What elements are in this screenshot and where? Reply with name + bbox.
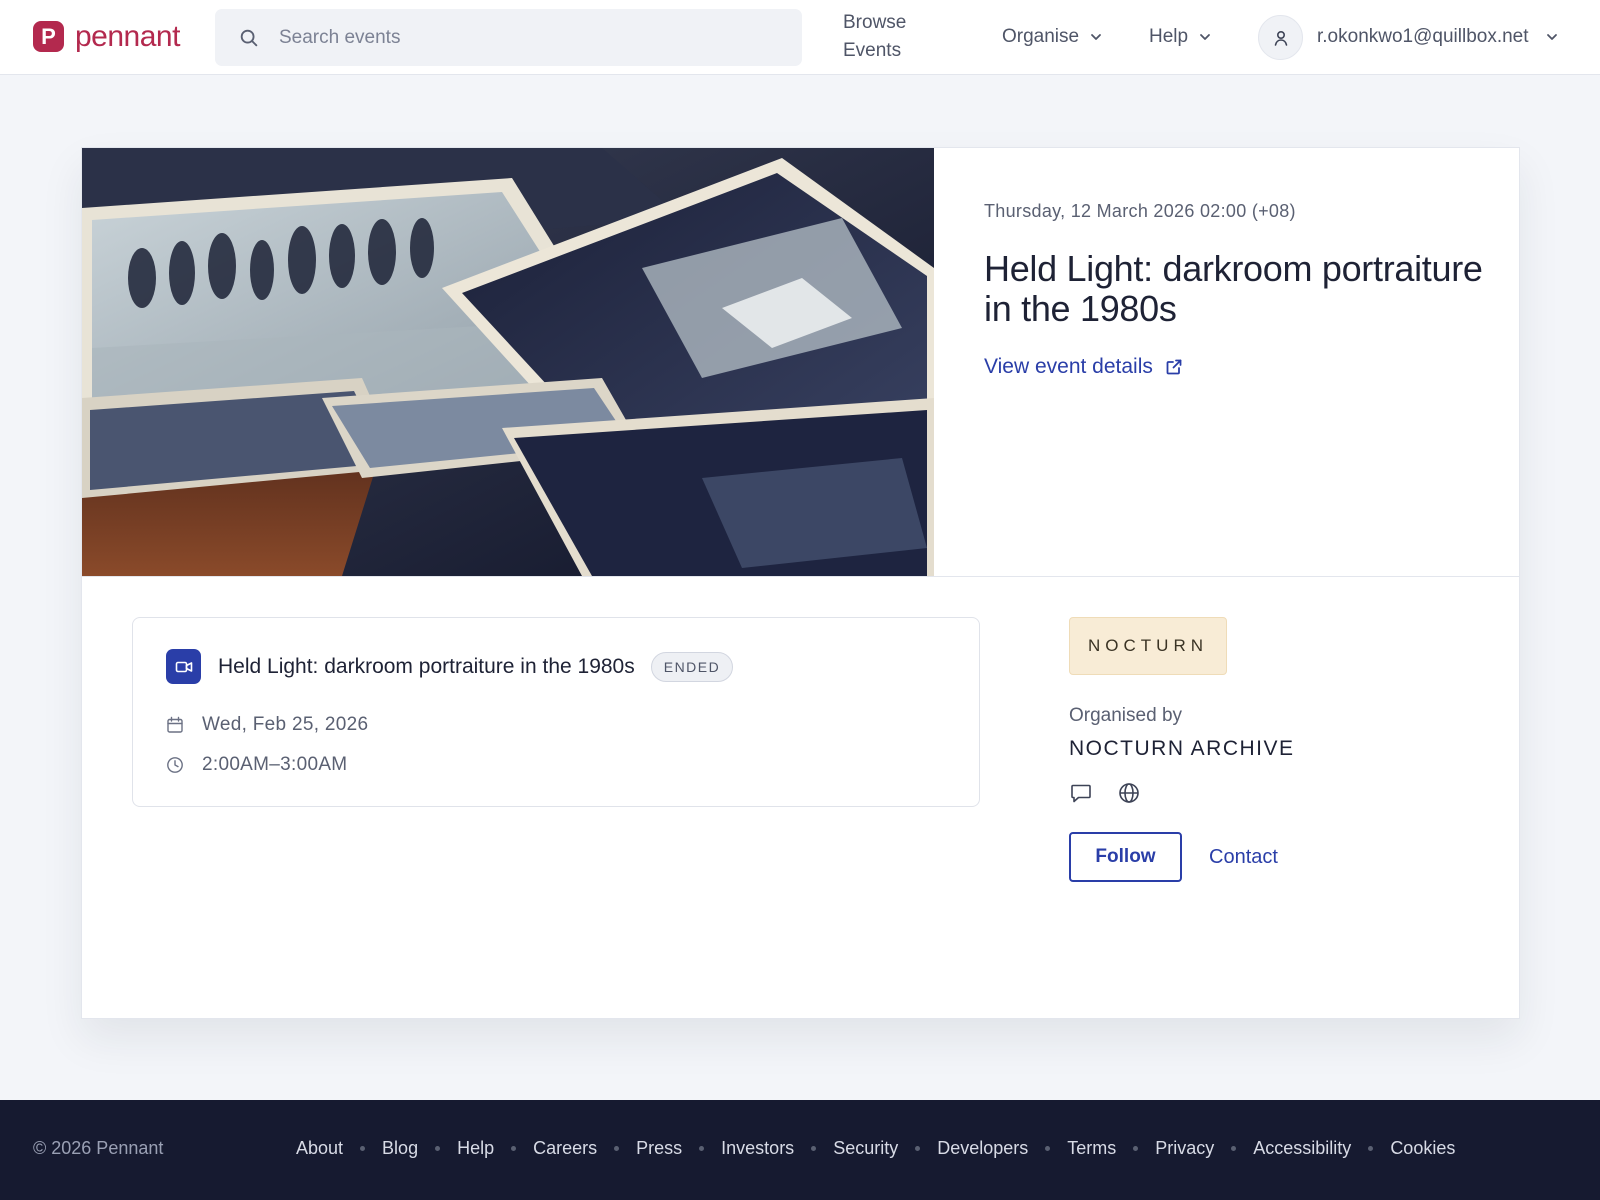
separator-dot bbox=[915, 1146, 921, 1151]
separator-dot bbox=[811, 1146, 817, 1151]
event-card: Thursday, 12 March 2026 02:00 (+08) Held… bbox=[81, 147, 1520, 1019]
separator-dot bbox=[360, 1146, 366, 1151]
contact-link[interactable]: Contact bbox=[1209, 846, 1278, 869]
footer-link-developers[interactable]: Developers bbox=[937, 1138, 1028, 1159]
organiser-name[interactable]: NOCTURN ARCHIVE bbox=[1069, 737, 1469, 761]
chevron-down-icon bbox=[1091, 34, 1102, 40]
event-datetime: Thursday, 12 March 2026 02:00 (+08) bbox=[984, 201, 1296, 221]
organiser-label: Organised by bbox=[1069, 705, 1183, 726]
event-title: Held Light: darkroom portraiture in the … bbox=[984, 248, 1483, 329]
video-camera-icon bbox=[175, 661, 192, 672]
footer-link-about[interactable]: About bbox=[296, 1138, 343, 1159]
session-time: 2:00AM–3:00AM bbox=[202, 754, 348, 775]
event-summary: Thursday, 12 March 2026 02:00 (+08) Held… bbox=[984, 201, 1484, 379]
session-date: Wed, Feb 25, 2026 bbox=[202, 714, 369, 735]
chat-icon[interactable] bbox=[1069, 781, 1093, 805]
nav-help-menu[interactable]: Help bbox=[1149, 23, 1212, 51]
separator-dot bbox=[435, 1146, 441, 1151]
video-badge bbox=[166, 649, 201, 684]
organiser-social-links bbox=[1069, 781, 1469, 805]
calendar-icon bbox=[167, 716, 183, 733]
globe-icon[interactable] bbox=[1117, 781, 1141, 805]
search-input[interactable] bbox=[279, 9, 779, 66]
brand-mark: P bbox=[33, 21, 64, 52]
brand-name: pennant bbox=[75, 19, 180, 53]
card-divider bbox=[82, 576, 1519, 577]
footer-links: About Blog Help Careers Press Investors … bbox=[296, 1138, 1455, 1159]
separator-dot bbox=[614, 1146, 620, 1151]
nav-browse-events[interactable]: Browse Events bbox=[843, 9, 933, 65]
view-event-details-link[interactable]: View event details bbox=[984, 355, 1484, 379]
session-card[interactable]: Held Light: darkroom portraiture in the … bbox=[132, 617, 980, 807]
separator-dot bbox=[699, 1146, 705, 1151]
site-footer: © 2026 Pennant About Blog Help Careers P… bbox=[0, 1100, 1600, 1200]
vintage-photos-image bbox=[82, 148, 934, 576]
external-link-icon bbox=[1166, 359, 1182, 375]
footer-link-privacy[interactable]: Privacy bbox=[1155, 1138, 1214, 1159]
footer-link-press[interactable]: Press bbox=[636, 1138, 682, 1159]
organiser-actions: Follow Contact bbox=[1069, 832, 1469, 882]
event-cover-image bbox=[82, 148, 934, 576]
session-header: Held Light: darkroom portraiture in the … bbox=[166, 649, 734, 684]
separator-dot bbox=[1231, 1146, 1237, 1151]
footer-link-cookies[interactable]: Cookies bbox=[1390, 1138, 1455, 1159]
footer-link-blog[interactable]: Blog bbox=[382, 1138, 418, 1159]
footer-link-accessibility[interactable]: Accessibility bbox=[1253, 1138, 1351, 1159]
nav-organise-menu[interactable]: Organise bbox=[1002, 23, 1103, 51]
copyright: © 2026 Pennant bbox=[33, 1138, 164, 1158]
organiser-panel: NOCTURN Organised by NOCTURN ARCHIVE Fol… bbox=[1069, 617, 1469, 882]
search-icon bbox=[240, 29, 258, 47]
follow-button[interactable]: Follow bbox=[1069, 832, 1182, 882]
top-nav: P pennant Browse Events Organise Help r.… bbox=[0, 0, 1600, 75]
session-date-row: Wed, Feb 25, 2026 bbox=[166, 714, 368, 736]
separator-dot bbox=[511, 1146, 517, 1151]
user-email: r.okonkwo1@quillbox.net bbox=[1317, 26, 1529, 47]
footer-link-terms[interactable]: Terms bbox=[1067, 1138, 1116, 1159]
session-time-row: 2:00AM–3:00AM bbox=[166, 754, 347, 776]
brand-logo[interactable]: P pennant bbox=[33, 21, 180, 52]
chevron-down-icon bbox=[1546, 34, 1557, 40]
clock-icon bbox=[167, 757, 183, 773]
nav-help-label: Help bbox=[1149, 26, 1189, 47]
chevron-down-icon bbox=[1200, 34, 1210, 40]
footer-link-careers[interactable]: Careers bbox=[533, 1138, 597, 1159]
footer-link-investors[interactable]: Investors bbox=[721, 1138, 794, 1159]
view-event-details-label: View event details bbox=[984, 355, 1153, 378]
separator-dot bbox=[1133, 1146, 1139, 1151]
nav-organise-label: Organise bbox=[1002, 26, 1080, 47]
footer-link-security[interactable]: Security bbox=[833, 1138, 898, 1159]
avatar[interactable] bbox=[1258, 15, 1303, 60]
status-badge: ENDED bbox=[650, 651, 734, 682]
footer-link-help[interactable]: Help bbox=[457, 1138, 494, 1159]
separator-dot bbox=[1045, 1146, 1051, 1151]
user-icon bbox=[1274, 30, 1287, 46]
search-bar bbox=[215, 9, 802, 66]
user-menu[interactable]: r.okonkwo1@quillbox.net bbox=[1317, 23, 1559, 51]
separator-dot bbox=[1368, 1146, 1374, 1151]
session-title: Held Light: darkroom portraiture in the … bbox=[218, 654, 635, 678]
organiser-logo[interactable]: NOCTURN bbox=[1069, 617, 1227, 675]
